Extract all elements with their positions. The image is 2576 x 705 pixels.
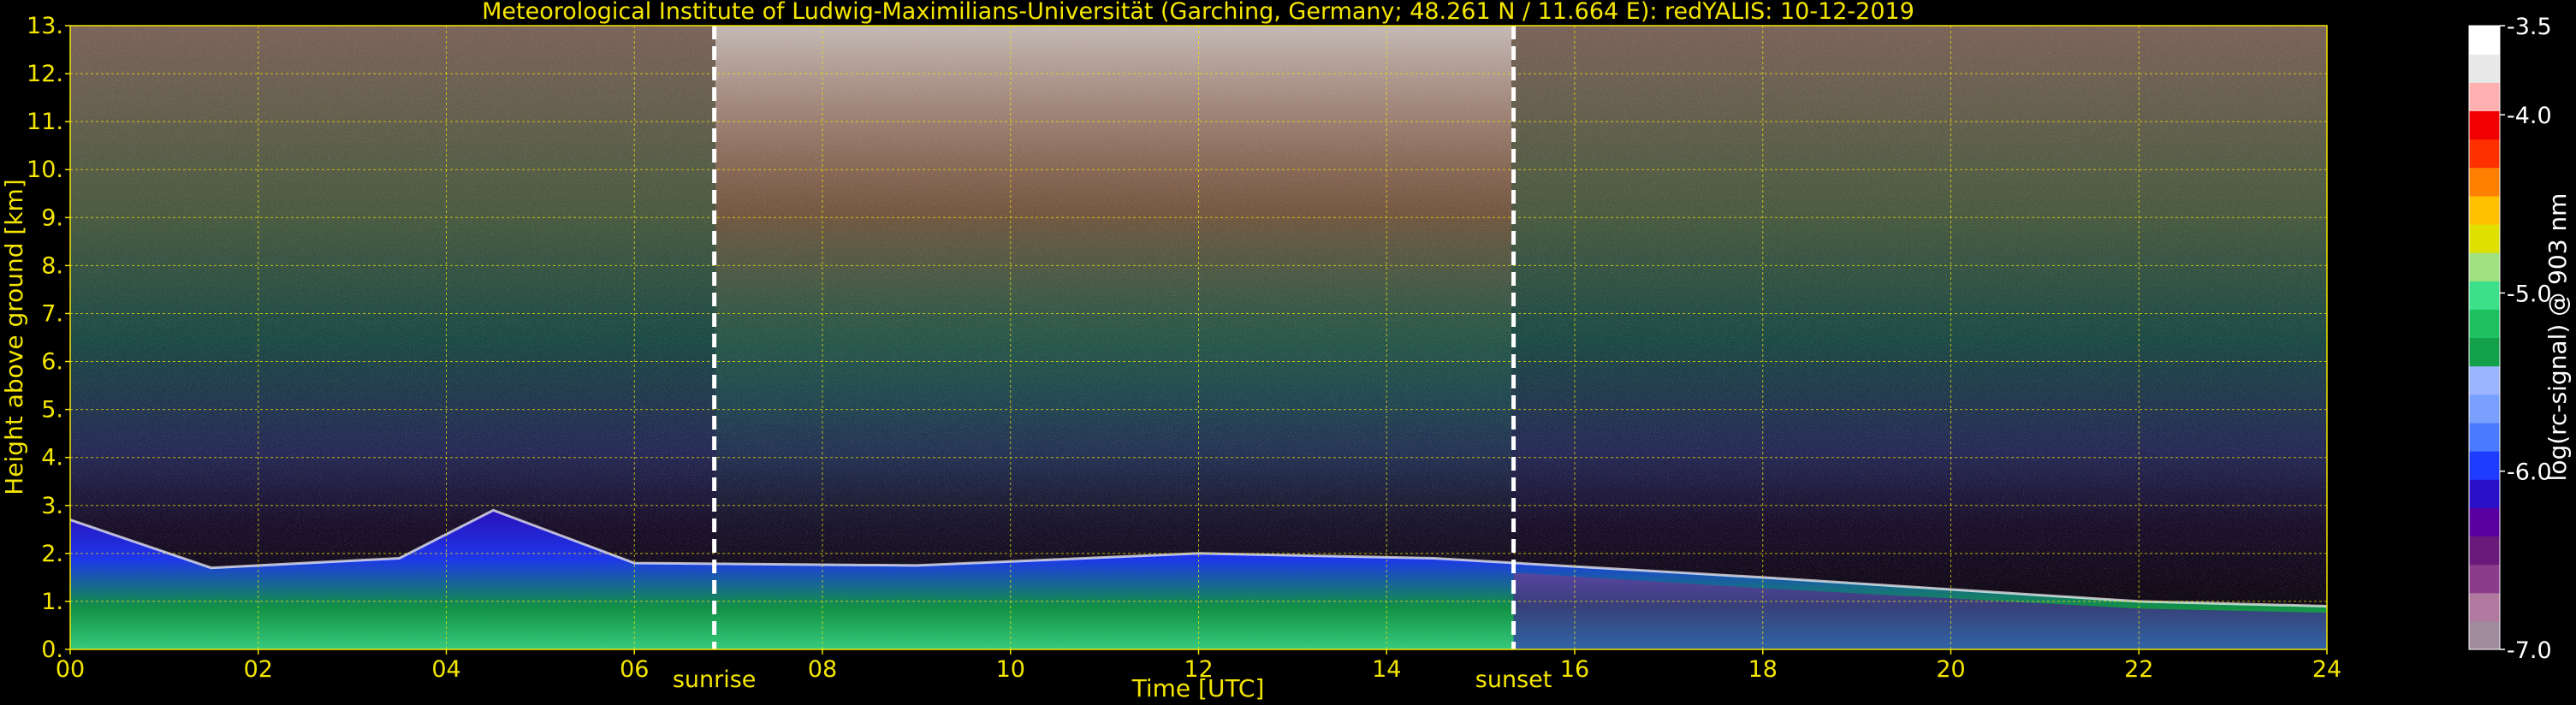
colorbar-swatch [2469, 223, 2500, 253]
colorbar-swatch [2469, 394, 2500, 424]
colorbar-swatch [2469, 592, 2500, 622]
colorbar-tick-label: -3.5 [2507, 14, 2552, 40]
colorbar-tick-label: -4.0 [2507, 103, 2552, 129]
x-tick-label: 02 [244, 656, 273, 683]
x-tick-label: 24 [2312, 656, 2342, 683]
colorbar-tick-label: -7.0 [2507, 637, 2552, 664]
y-tick-label: 10. [27, 157, 63, 183]
colorbar-swatch [2469, 479, 2500, 508]
chart-title: Meteorological Institute of Ludwig-Maxim… [482, 0, 1914, 25]
y-tick-label: 12. [27, 61, 63, 87]
y-tick-label: 6. [41, 349, 63, 376]
y-tick-label: 2. [41, 541, 63, 567]
colorbar-swatch [2469, 26, 2500, 55]
x-tick-label: 14 [1372, 656, 1401, 683]
y-axis-ticks: 0. 1. 2. 3. 4. 5. 6. 7. 8. 9. 10. 11. 12. 13. [27, 13, 70, 663]
x-tick-label: 10 [996, 656, 1025, 683]
colorbar-swatch [2469, 309, 2500, 339]
colorbar-swatch [2469, 110, 2500, 140]
colorbar-swatch [2469, 365, 2500, 395]
x-tick-label: 20 [1936, 656, 1965, 683]
y-tick-label: 4. [41, 445, 63, 471]
y-tick-label: 11. [27, 109, 63, 135]
y-tick-label: 0. [41, 637, 63, 663]
x-tick-label: 04 [431, 656, 460, 683]
colorbar-label: log(rc-signal) @ 903 nm [2543, 193, 2572, 482]
plot-area [69, 25, 2328, 650]
colorbar-swatch [2469, 252, 2500, 281]
y-tick-label: 8. [41, 252, 63, 279]
x-tick-label: 18 [1748, 656, 1778, 683]
colorbar-swatch [2469, 139, 2500, 169]
colorbar-swatch [2469, 620, 2500, 650]
colorbar-swatch [2469, 422, 2500, 452]
y-tick-label: 5. [41, 397, 63, 424]
x-tick-label: 16 [1560, 656, 1589, 683]
y-tick-label: 7. [41, 300, 63, 327]
y-tick-label: 9. [41, 204, 63, 231]
x-tick-label: 08 [808, 656, 837, 683]
colorbar-swatch [2469, 281, 2500, 310]
colorbar-swatch [2469, 54, 2500, 83]
x-tick-label: 22 [2124, 656, 2153, 683]
x-tick-label: 06 [620, 656, 649, 683]
sunset-label: sunset [1475, 666, 1552, 693]
colorbar-swatch [2469, 451, 2500, 480]
colorbar-swatch [2469, 507, 2500, 537]
colorbar-swatch [2469, 167, 2500, 197]
y-axis-label: Height above ground [km] [0, 179, 28, 495]
colorbar-swatches [2469, 26, 2500, 650]
colorbar-swatch [2469, 82, 2500, 112]
colorbar-swatch [2469, 337, 2500, 367]
x-axis-label: Time [UTC] [1131, 674, 1265, 702]
y-tick-label: 13. [27, 13, 63, 39]
colorbar-swatch [2469, 195, 2500, 225]
annotation-labels: sunrise sunset [673, 666, 1552, 693]
lidar-chart: Meteorological Institute of Ludwig-Maxim… [0, 0, 2572, 702]
colorbar: -3.5-4.0-5.0-6.0-7.0 log(rc-signal) @ 90… [2468, 14, 2572, 664]
colorbar-swatch [2469, 564, 2500, 594]
sunrise-label: sunrise [673, 666, 757, 693]
y-tick-label: 1. [41, 589, 63, 615]
y-tick-label: 3. [41, 493, 63, 519]
colorbar-swatch [2469, 536, 2500, 566]
